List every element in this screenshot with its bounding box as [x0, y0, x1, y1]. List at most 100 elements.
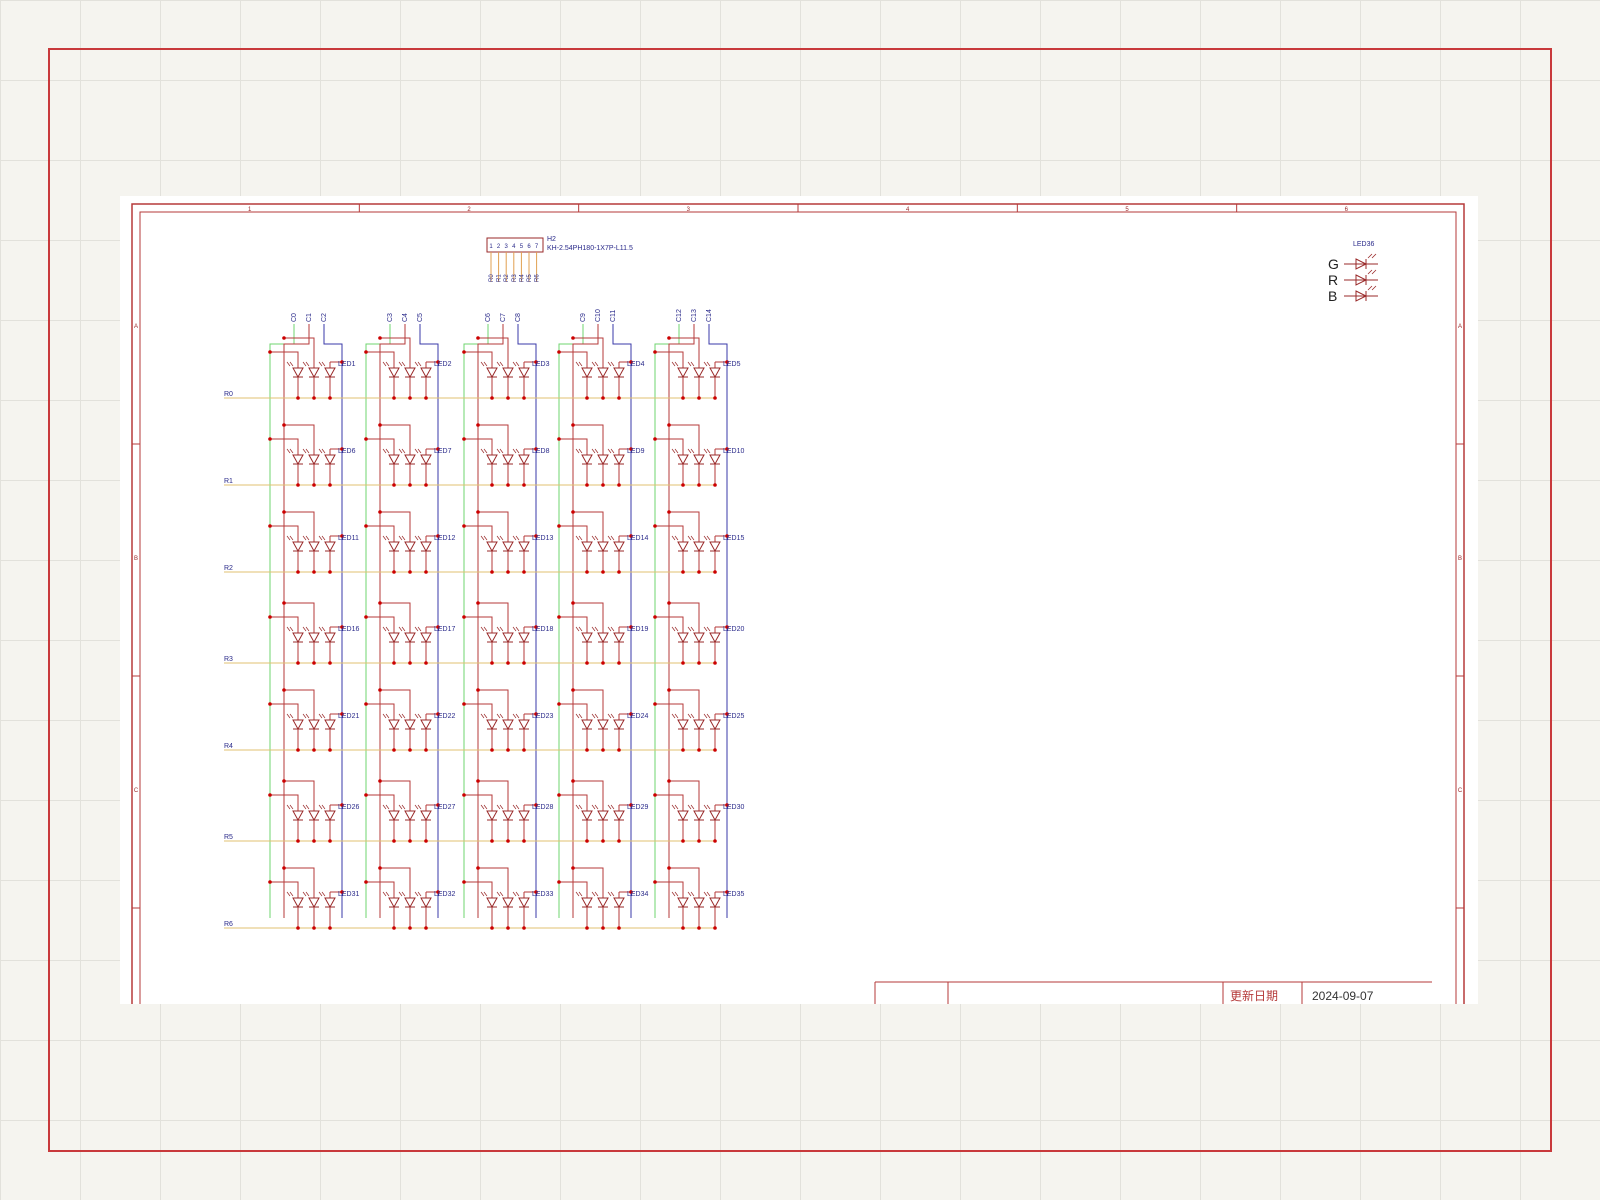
light-arrows-icon	[318, 361, 326, 367]
light-arrows-icon	[414, 713, 422, 719]
junction-dot	[601, 661, 605, 665]
junction-dot	[476, 423, 480, 427]
junction-dot	[571, 779, 575, 783]
led-designator: LED5	[723, 361, 741, 368]
led-designator: LED31	[338, 891, 360, 898]
diode-icon	[420, 454, 432, 466]
light-arrows-icon	[286, 626, 294, 632]
light-arrows-icon	[575, 891, 583, 897]
schematic-sheet[interactable]: 123456 A A B B C C C0 C1 C2 LED1 LED6 LED11 LED16 LED…	[120, 196, 1478, 1004]
connector-h2[interactable]: H2 KH-2.54PH180-1X7P-L11.5 1 R0 2 R1 3 R2 4 R3 5…	[486, 236, 633, 282]
row-label: R3	[224, 656, 233, 663]
junction-dot	[713, 748, 717, 752]
legend-light-arrows-icon	[1367, 269, 1377, 275]
light-arrows-icon	[703, 626, 711, 632]
diode-icon	[693, 810, 705, 822]
row-label: R0	[224, 391, 233, 398]
junction-dot	[312, 661, 316, 665]
diode-icon	[693, 541, 705, 553]
led-branch	[380, 867, 411, 892]
led-designator: LED6	[338, 448, 356, 455]
light-arrows-icon	[671, 713, 679, 719]
junction-dot	[557, 880, 561, 884]
light-arrows-icon	[512, 804, 520, 810]
junction-dot	[585, 926, 589, 930]
light-arrows-icon	[480, 713, 488, 719]
light-arrows-icon	[512, 626, 520, 632]
diode-icon	[581, 367, 593, 379]
junction-dot	[268, 615, 272, 619]
led-branch	[284, 780, 315, 805]
junction-dot	[392, 483, 396, 487]
diode-icon	[420, 810, 432, 822]
diode-icon	[581, 810, 593, 822]
legend-color-label: R	[1328, 272, 1338, 288]
column-bus	[517, 324, 537, 918]
led-designator: LED35	[723, 891, 745, 898]
led-designator: LED18	[532, 626, 554, 633]
junction-dot	[462, 524, 466, 528]
junction-dot	[490, 748, 494, 752]
light-arrows-icon	[591, 804, 599, 810]
row-marker-left: C	[134, 788, 139, 794]
led-designator: LED22	[434, 713, 456, 720]
junction-dot	[522, 926, 526, 930]
column-bus	[477, 324, 504, 918]
junction-dot	[364, 880, 368, 884]
legend-color-label: G	[1328, 256, 1339, 272]
net-labels: C0 C1 C2 LED1 LED6 LED11 LED16 LED21 LED26 LED31 C…	[224, 309, 745, 928]
diode-icon	[486, 367, 498, 379]
junction-dot	[408, 839, 412, 843]
column-label: C7	[500, 313, 507, 322]
light-arrows-icon	[591, 535, 599, 541]
connector-pin-net: R6	[535, 274, 541, 282]
junction-dot	[328, 661, 332, 665]
junction-dot	[713, 396, 717, 400]
junction-dot	[571, 601, 575, 605]
column-bus	[419, 324, 439, 918]
diode-icon	[324, 454, 336, 466]
junction-dot	[571, 688, 575, 692]
diode-icon	[597, 632, 609, 644]
light-arrows-icon	[318, 713, 326, 719]
junction-dot	[490, 839, 494, 843]
diode-icon	[709, 719, 721, 731]
diode-icon	[404, 454, 416, 466]
light-arrows-icon	[302, 626, 310, 632]
junction-dot	[392, 570, 396, 574]
light-arrows-icon	[382, 891, 390, 897]
connector-pin-number: 2	[497, 244, 501, 250]
light-arrows-icon	[382, 448, 390, 454]
diode-icon	[388, 541, 400, 553]
junction-dot	[296, 570, 300, 574]
junction-dot	[476, 601, 480, 605]
junction-dot	[601, 483, 605, 487]
column-label: C2	[321, 313, 328, 322]
column-label: C14	[706, 309, 713, 322]
junction-dot	[268, 524, 272, 528]
diode-icon	[486, 810, 498, 822]
junction-dot	[522, 396, 526, 400]
junction-dot	[585, 661, 589, 665]
junction-dot	[282, 336, 286, 340]
junction-dot	[296, 748, 300, 752]
light-arrows-icon	[382, 361, 390, 367]
diode-icon	[404, 541, 416, 553]
junction-dot	[378, 688, 382, 692]
diode-icon	[597, 367, 609, 379]
junction-dot	[617, 396, 621, 400]
junction-dot	[312, 483, 316, 487]
diode-icon	[709, 541, 721, 553]
legend-light-arrows-icon	[1367, 285, 1377, 291]
junction-dot	[571, 866, 575, 870]
diode-icon	[324, 367, 336, 379]
junction-dot	[378, 423, 382, 427]
junction-dot	[585, 570, 589, 574]
diode-icon	[308, 541, 320, 553]
light-arrows-icon	[687, 891, 695, 897]
diode-icon	[581, 454, 593, 466]
junction-dot	[364, 793, 368, 797]
led-branch	[573, 602, 604, 627]
connector-pin-net: R4	[519, 274, 525, 282]
junction-dot	[585, 396, 589, 400]
